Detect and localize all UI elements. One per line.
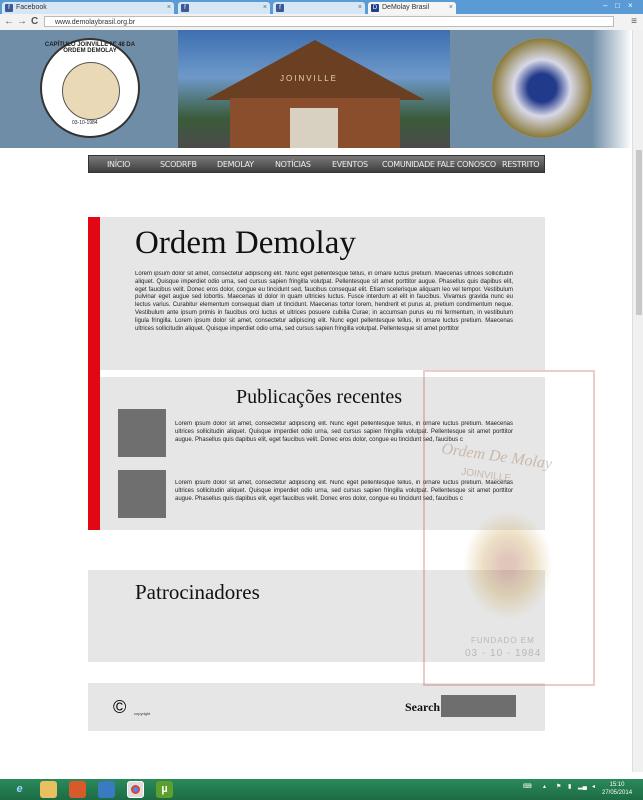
sponsors-title: Patrocinadores — [135, 580, 260, 604]
facebook-favicon-icon: f — [276, 4, 284, 12]
url-input[interactable]: www.demolaybrasil.org.br — [44, 16, 614, 27]
search-label: Search — [405, 700, 441, 714]
internet-explorer-icon[interactable]: e — [11, 781, 28, 798]
facebook-favicon-icon: f — [5, 4, 13, 12]
post-thumbnail[interactable] — [118, 409, 166, 457]
banner-fade — [592, 30, 632, 148]
main-nav: INÍCIO SCODRFB DEMOLAY NOTÍCIAS EVENTOS … — [88, 155, 545, 173]
gate-sign: JOINVILLE — [280, 74, 339, 83]
tab-facebook[interactable]: f Facebook × — [2, 2, 174, 14]
recent-posts-title: Publicações recentes — [236, 386, 403, 408]
close-tab-icon[interactable]: × — [358, 2, 362, 14]
accent-bar — [88, 217, 100, 530]
menu-icon[interactable]: ≡ — [631, 16, 637, 27]
tab-label: Facebook — [16, 4, 47, 11]
close-tab-icon[interactable]: × — [449, 2, 453, 14]
nav-item-comunidade[interactable]: COMUNIDADE — [382, 156, 435, 173]
keyboard-icon[interactable]: ⌨ — [523, 783, 532, 790]
copyright-text: copyright — [134, 711, 151, 716]
nav-item-eventos[interactable]: EVENTOS — [332, 156, 368, 173]
demolay-watermark-logo: Ordem De Molay JOINVILLE FUNDADO EM 03 -… — [423, 370, 595, 686]
header-banner: JOINVILLE CAPÍTULO JOINVILLE Nº 48 DA OR… — [0, 30, 632, 148]
file-explorer-icon[interactable] — [40, 781, 57, 798]
utorrent-icon[interactable]: µ — [156, 781, 173, 798]
address-bar: ← → C www.demolaybrasil.org.br ≡ — [0, 14, 643, 31]
battery-icon[interactable]: ▮ — [568, 783, 571, 790]
paint-icon[interactable] — [98, 781, 115, 798]
chapter-seal-logo: CAPÍTULO JOINVILLE Nº 48 DA ORDEM DEMOLA… — [40, 38, 140, 138]
post-thumbnail[interactable] — [118, 470, 166, 518]
reload-icon[interactable]: C — [31, 16, 38, 28]
tab-label: DeMolay Brasil — [382, 4, 430, 11]
seal-date: 03-10-1984 — [72, 120, 98, 126]
chrome-icon[interactable] — [127, 781, 144, 798]
search-input[interactable] — [441, 695, 516, 717]
page-title: Ordem Demolay — [135, 225, 356, 261]
chrome-logo — [131, 785, 140, 794]
minimize-icon[interactable]: – — [603, 1, 607, 10]
demolay-favicon-icon: D — [371, 4, 379, 12]
demolay-crest-logo — [492, 38, 592, 138]
seal-emblem-icon — [62, 62, 120, 120]
nav-item-scodrfb[interactable]: SCODRFB — [160, 156, 197, 173]
system-clock[interactable]: 15:10 27/05/2014 — [602, 781, 632, 797]
network-icon[interactable]: ▂▄ — [578, 783, 587, 790]
nav-item-noticias[interactable]: NOTÍCIAS — [275, 156, 311, 173]
facebook-favicon-icon: f — [181, 4, 189, 12]
browser-tab-bar: f Facebook × f × f × D DeMolay Brasil × … — [0, 0, 643, 14]
close-tab-icon[interactable]: × — [263, 2, 267, 14]
nav-item-fale-conosco[interactable]: FALE CONOSCO — [437, 156, 496, 173]
media-app-icon[interactable] — [69, 781, 86, 798]
clock-date: 27/05/2014 — [602, 790, 633, 796]
tab-facebook-3[interactable]: f × — [273, 2, 365, 14]
close-window-icon[interactable]: × — [628, 1, 633, 10]
nav-item-demolay[interactable]: DEMOLAY — [217, 156, 254, 173]
volume-icon[interactable]: ◂ — [592, 783, 595, 790]
maximize-icon[interactable]: □ — [615, 1, 620, 10]
tray-chevron-icon[interactable]: ▴ — [543, 783, 546, 790]
seal-text: CAPÍTULO JOINVILLE Nº 48 DA ORDEM DEMOLA… — [44, 42, 136, 54]
flag-icon[interactable]: ⚑ — [556, 783, 561, 790]
watermark-founded: FUNDADO EM — [471, 636, 535, 645]
watermark-date: 03 - 10 - 1984 — [465, 648, 542, 659]
tab-facebook-2[interactable]: f × — [178, 2, 270, 14]
close-tab-icon[interactable]: × — [167, 2, 171, 14]
gate-opening-shape — [290, 108, 338, 148]
windows-taskbar: e µ ⌨ ▴ ⚑ ▮ ▂▄ ◂ 15:10 27/05/2014 — [0, 779, 643, 800]
forward-icon[interactable]: → — [17, 16, 27, 28]
tab-demolay-brasil[interactable]: D DeMolay Brasil × — [368, 2, 456, 14]
back-icon[interactable]: ← — [4, 16, 14, 28]
clock-time: 15:10 — [609, 782, 625, 788]
scrollbar[interactable] — [632, 30, 643, 772]
scrollbar-thumb[interactable] — [636, 150, 642, 315]
gate-roof-shape — [205, 40, 425, 100]
nav-item-restrito[interactable]: RESTRITO — [502, 156, 540, 173]
nav-item-inicio[interactable]: INÍCIO — [107, 156, 130, 173]
watermark-crest-icon — [463, 510, 553, 620]
copyright-icon: © — [113, 697, 127, 717]
intro-text: Lorem ipsum dolor sit amet, consectetur … — [135, 271, 513, 332]
